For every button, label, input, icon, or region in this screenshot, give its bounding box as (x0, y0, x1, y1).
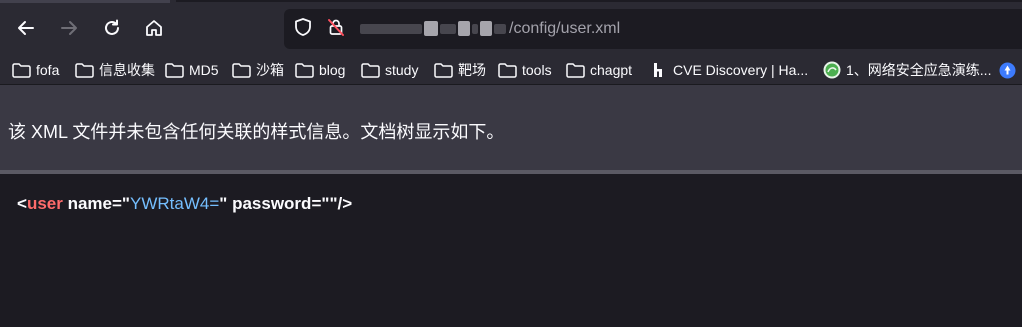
reload-button[interactable] (98, 14, 126, 42)
forward-arrow-icon (59, 18, 79, 38)
folder-icon (434, 62, 453, 78)
xml-attr-quote: " (329, 194, 338, 213)
bookmark-label: chagpt (590, 62, 633, 78)
bookmark-label: CVE Discovery | Ha... (673, 62, 809, 78)
back-button[interactable] (12, 14, 40, 42)
bookmark-label: study (385, 62, 419, 78)
browser-window: /config/user.xml fofa 信息收集 MD5 沙箱 blog s… (0, 0, 1022, 327)
forward-button[interactable] (55, 14, 83, 42)
bookmark-fofa[interactable]: fofa (12, 60, 59, 80)
bookmark-md5[interactable]: MD5 (165, 60, 219, 80)
folder-icon (12, 62, 31, 78)
shield-icon (293, 17, 313, 42)
bookmark-cve-discovery[interactable]: CVE Discovery | Ha... (649, 60, 808, 80)
bookmark-sandbox[interactable]: 沙箱 (232, 60, 284, 80)
tab-strip-edge (176, 0, 1022, 2)
xml-attr-name: name (62, 194, 112, 213)
bookmark-label: 信息收集 (99, 62, 155, 78)
folder-icon (75, 62, 94, 78)
site-favicon (822, 61, 841, 79)
folder-icon (165, 62, 184, 78)
xml-element-user: <user name="YWRtaW4=" password=""/> (17, 194, 352, 214)
bookmark-label: 1、网络安全应急演练... (846, 62, 992, 78)
address-bar[interactable]: /config/user.xml (284, 9, 1022, 49)
bookmark-overflow[interactable] (998, 60, 1022, 80)
notice-divider (0, 170, 1022, 174)
bookmark-range[interactable]: 靶场 (434, 60, 486, 80)
bookmark-label: blog (319, 62, 346, 78)
site-favicon (998, 62, 1017, 78)
xml-no-style-notice: 该 XML 文件并未包含任何关联的样式信息。文档树显示如下。 (0, 85, 1022, 171)
notice-text: 该 XML 文件并未包含任何关联的样式信息。文档树显示如下。 (8, 122, 505, 142)
redacted-host (358, 20, 508, 38)
reload-icon (102, 18, 122, 38)
xml-self-close: /> (337, 194, 353, 213)
folder-icon (498, 62, 517, 78)
xml-open-bracket: < (17, 194, 27, 213)
url-path: /config/user.xml (509, 20, 621, 37)
xml-attr-equals: =" (112, 194, 130, 213)
folder-icon (232, 62, 251, 78)
bookmark-label: 靶场 (458, 62, 486, 78)
bookmark-label: 沙箱 (256, 62, 284, 78)
bookmark-label: tools (522, 62, 552, 78)
bookmark-tools[interactable]: tools (498, 60, 552, 80)
insecure-lock-icon (326, 17, 346, 42)
bookmark-blog[interactable]: blog (295, 60, 345, 80)
bookmark-chagpt[interactable]: chagpt (566, 60, 632, 80)
xml-attr-value: YWRtaW4= (130, 194, 220, 213)
bookmark-label: fofa (36, 62, 60, 78)
xml-tag-name: user (26, 194, 63, 213)
home-button[interactable] (140, 14, 168, 42)
bookmark-label: MD5 (189, 62, 219, 78)
home-icon (144, 18, 164, 38)
folder-icon (361, 62, 380, 78)
browser-toolbar: /config/user.xml (0, 0, 1022, 56)
bookmark-info-gathering[interactable]: 信息收集 (75, 60, 155, 80)
site-security-button[interactable] (325, 18, 347, 40)
bookmark-emergency-drill[interactable]: 1、网络安全应急演练... (822, 60, 991, 80)
back-arrow-icon (16, 18, 36, 38)
tracking-protection-button[interactable] (292, 17, 314, 42)
xml-attr-name: password (227, 194, 312, 213)
folder-icon (295, 62, 314, 78)
active-tab-edge (0, 0, 170, 3)
bookmark-study[interactable]: study (361, 60, 418, 80)
site-favicon (649, 62, 668, 78)
folder-icon (566, 62, 585, 78)
xml-attr-equals: =" (311, 194, 330, 213)
bookmarks-bar: fofa 信息收集 MD5 沙箱 blog study 靶场 tools cha… (0, 56, 1022, 85)
